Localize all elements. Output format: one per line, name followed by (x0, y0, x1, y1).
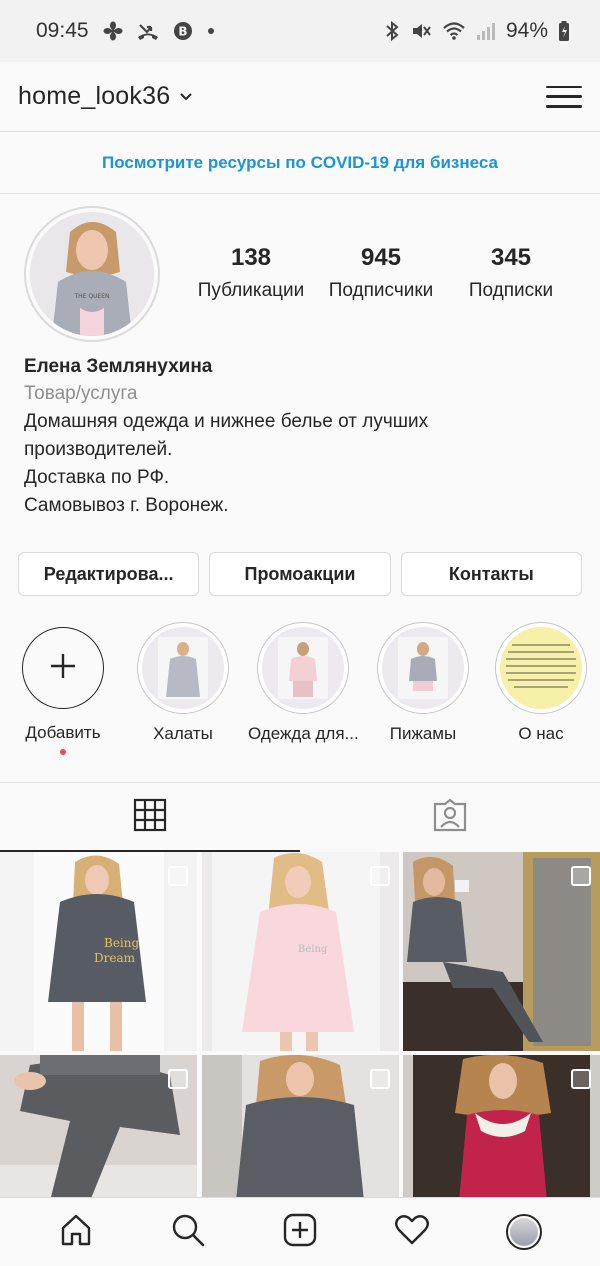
followers-count[interactable]: 945 Подписчики (316, 244, 446, 302)
svg-text:Being: Being (104, 936, 139, 950)
highlight-add[interactable]: Добавить (8, 622, 118, 755)
nav-profile[interactable] (494, 1207, 554, 1257)
stat-label: Подписки (468, 280, 554, 301)
full-name: Елена Землянухина (24, 356, 213, 377)
profile-avatar (506, 1214, 542, 1250)
highlight-item[interactable]: О нас (486, 622, 596, 744)
nav-search[interactable] (158, 1207, 218, 1257)
mute-icon (410, 20, 432, 42)
post-thumbnail[interactable] (201, 1055, 399, 1197)
wifi-icon (442, 21, 466, 41)
covid-resources-link[interactable]: Посмотрите ресурсы по COVID-19 для бизне… (102, 153, 498, 173)
stat-label: Подписчики (328, 280, 434, 301)
account-switcher[interactable]: home_look36 (18, 82, 170, 111)
stat-value: 345 (490, 244, 532, 271)
profile-stats: 138 Публикации 945 Подписчики 345 Подпис… (186, 244, 576, 302)
multiple-photos-icon (165, 1069, 188, 1089)
multiple-photos-icon (568, 866, 591, 886)
highlight-item[interactable]: Халаты (128, 622, 238, 744)
stat-label: Публикации (197, 280, 305, 301)
status-bar: 09:45 B 94% (0, 0, 600, 62)
stat-value: 945 (360, 244, 402, 271)
highlight-item[interactable]: Одежда для... (248, 622, 358, 744)
edit-profile-button[interactable]: Редактирова... (18, 552, 200, 596)
svg-text:B: B (178, 25, 187, 39)
post-thumbnail[interactable] (403, 852, 600, 1051)
bottom-navigation (0, 1197, 600, 1266)
highlight-label: О нас (518, 724, 564, 743)
post-thumbnail[interactable]: Being Dream (0, 852, 197, 1051)
new-highlight-button[interactable] (22, 627, 104, 709)
heart-icon (394, 1214, 430, 1251)
promotions-button[interactable]: Промоакции (209, 552, 391, 596)
nav-home[interactable] (46, 1207, 106, 1257)
bio-line: производителей. (24, 439, 173, 460)
multiple-photos-icon (568, 1069, 591, 1089)
search-icon (171, 1213, 205, 1252)
profile-header: home_look36 (0, 62, 600, 132)
new-post-icon (283, 1213, 317, 1252)
bio-line: Домашняя одежда и нижнее белье от лучших (24, 411, 429, 432)
notification-dot-icon (207, 27, 215, 35)
posts-count[interactable]: 138 Публикации (186, 244, 316, 302)
svg-text:Dream: Dream (94, 951, 136, 965)
post-thumbnail[interactable]: Being (201, 852, 399, 1051)
svg-text:Being: Being (298, 944, 328, 955)
highlight-label: Одежда для... (248, 724, 358, 743)
tagged-icon (432, 797, 468, 838)
home-icon (59, 1213, 93, 1252)
profile-avatar[interactable]: THE QUEEN (24, 206, 160, 342)
profile-photo: THE QUEEN (30, 212, 154, 336)
profile-bio: Елена Землянухина Товар/услуга Домашняя … (24, 354, 584, 520)
nav-new-post[interactable] (270, 1207, 330, 1257)
stat-value: 138 (230, 244, 272, 271)
battery-icon (558, 20, 570, 42)
profile-actions: Редактирова... Промоакции Контакты (18, 552, 582, 596)
post-thumbnail[interactable] (403, 1055, 600, 1197)
nav-activity[interactable] (382, 1207, 442, 1257)
story-highlights: Добавить Халаты Одежда для... Пижамы О н… (0, 622, 600, 755)
tab-grid[interactable] (0, 783, 300, 852)
posts-grid: Being Dream Being (0, 852, 600, 1197)
highlight-label: Пижамы (389, 724, 457, 743)
grid-icon (133, 798, 167, 837)
menu-icon[interactable] (546, 82, 582, 112)
highlight-cover (142, 627, 224, 709)
business-category: Товар/услуга (24, 383, 138, 404)
bio-line: Доставка по РФ. (24, 467, 170, 488)
highlight-cover (500, 627, 582, 709)
covid-banner[interactable]: Посмотрите ресурсы по COVID-19 для бизне… (0, 132, 600, 194)
tab-tagged[interactable] (300, 783, 600, 852)
highlight-label: Добавить (25, 723, 101, 742)
following-count[interactable]: 345 Подписки (446, 244, 576, 302)
new-indicator-dot (60, 749, 66, 755)
highlight-label: Халаты (153, 724, 213, 743)
bio-line: Самовывоз г. Воронеж. (24, 495, 229, 516)
plus-icon (47, 650, 79, 687)
svg-text:THE QUEEN: THE QUEEN (73, 293, 109, 300)
profile-tabs (0, 782, 600, 852)
signal-icon (476, 21, 496, 41)
vk-icon: B (173, 21, 193, 41)
status-time: 09:45 (36, 19, 89, 42)
highlight-cover (382, 627, 464, 709)
post-thumbnail[interactable] (0, 1055, 197, 1197)
highlight-item[interactable]: Пижамы (368, 622, 478, 744)
multiple-photos-icon (367, 866, 390, 886)
contacts-button[interactable]: Контакты (400, 552, 582, 596)
battery-percent: 94% (505, 19, 548, 42)
multiple-photos-icon (367, 1069, 390, 1089)
missed-call-icon (137, 21, 159, 41)
fan-icon (103, 21, 123, 41)
chevron-down-icon[interactable] (178, 91, 194, 103)
bluetooth-icon (384, 20, 400, 42)
multiple-photos-icon (165, 866, 188, 886)
highlight-cover (262, 627, 344, 709)
